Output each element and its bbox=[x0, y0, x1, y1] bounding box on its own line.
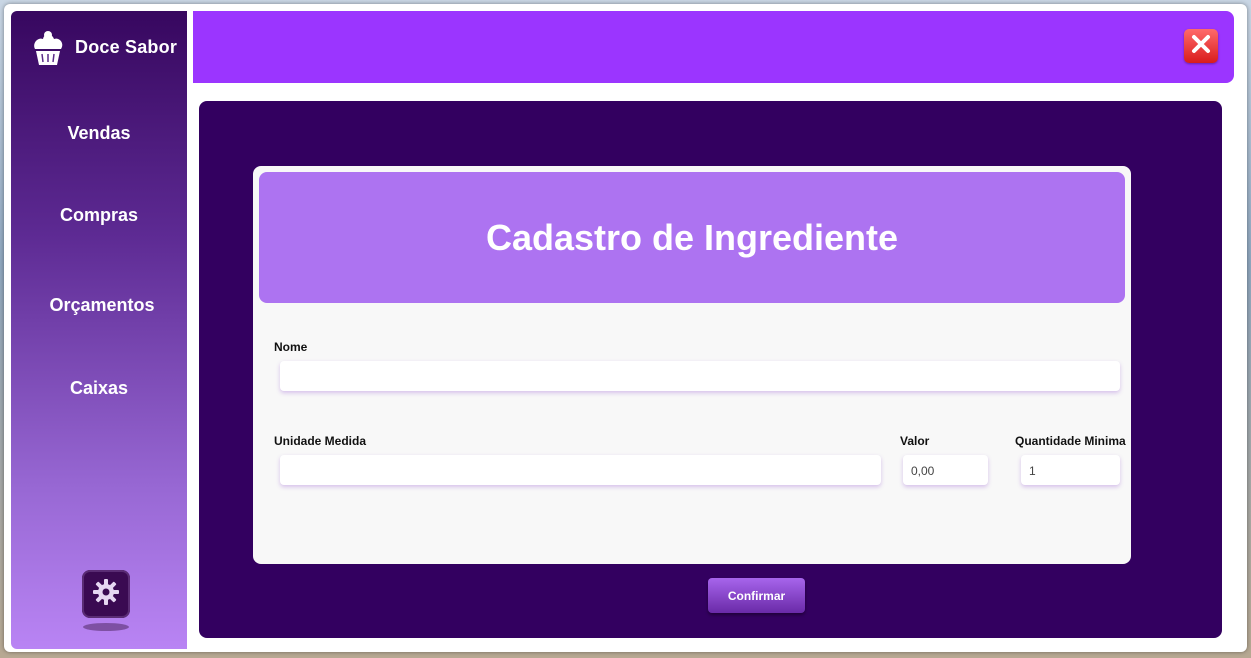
unidade-medida-label: Unidade Medida bbox=[274, 434, 367, 448]
cupcake-icon bbox=[29, 27, 67, 67]
app-name: Doce Sabor bbox=[75, 36, 178, 57]
sidebar-item-vendas[interactable]: Vendas bbox=[11, 123, 187, 144]
sidebar-item-compras[interactable]: Compras bbox=[11, 205, 187, 226]
form-header: Cadastro de Ingrediente bbox=[259, 172, 1125, 303]
main-content: Cadastro de Ingrediente Nome Unidade Med… bbox=[199, 101, 1222, 638]
settings-shadow bbox=[83, 623, 129, 631]
app-window: Doce Sabor Vendas Compras Orçamentos Cai… bbox=[4, 4, 1247, 652]
form-title: Cadastro de Ingrediente bbox=[485, 216, 899, 258]
quantidade-minima-label: Quantidade Minima bbox=[1015, 434, 1126, 448]
quantidade-minima-input[interactable]: 1 bbox=[1021, 455, 1120, 485]
sidebar-item-caixas[interactable]: Caixas bbox=[11, 378, 187, 399]
close-button[interactable] bbox=[1184, 29, 1218, 63]
close-icon bbox=[1191, 34, 1211, 59]
valor-input[interactable]: 0,00 bbox=[903, 455, 988, 485]
form-card: Cadastro de Ingrediente Nome Unidade Med… bbox=[253, 166, 1131, 564]
nome-input[interactable] bbox=[280, 361, 1120, 391]
nome-label: Nome bbox=[274, 340, 308, 354]
gear-icon bbox=[91, 577, 121, 612]
brand: Doce Sabor bbox=[29, 25, 177, 69]
top-bar bbox=[193, 11, 1234, 83]
valor-label: Valor bbox=[900, 434, 930, 448]
sidebar: Doce Sabor Vendas Compras Orçamentos Cai… bbox=[11, 11, 187, 649]
settings-button[interactable] bbox=[82, 570, 130, 618]
sidebar-item-orcamentos[interactable]: Orçamentos bbox=[14, 295, 190, 316]
unidade-medida-input[interactable] bbox=[280, 455, 881, 485]
confirm-button[interactable]: Confirmar bbox=[708, 578, 805, 613]
